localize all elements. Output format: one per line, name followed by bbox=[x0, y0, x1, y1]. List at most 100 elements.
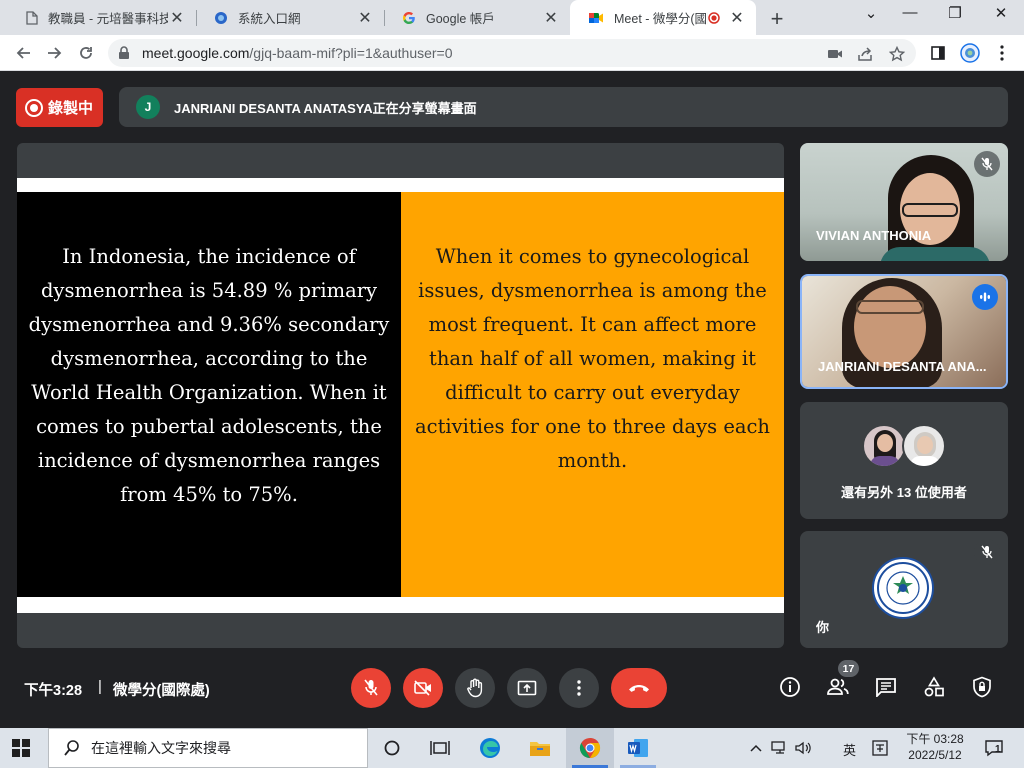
camera-toggle-button[interactable] bbox=[403, 668, 443, 708]
chrome-taskbar-icon[interactable] bbox=[578, 736, 602, 760]
raise-hand-button[interactable] bbox=[455, 668, 495, 708]
url-text: meet.google.com/gjq-baam-mif?pli=1&authu… bbox=[142, 45, 453, 61]
cortana-button[interactable] bbox=[380, 736, 404, 760]
new-tab-button[interactable]: + bbox=[766, 6, 788, 32]
reload-icon bbox=[80, 47, 92, 59]
more-options-button[interactable] bbox=[559, 668, 599, 708]
chat-button[interactable] bbox=[874, 675, 898, 699]
system-clock[interactable]: 下午 03:28 2022/5/12 bbox=[900, 731, 970, 763]
mic-off-icon bbox=[974, 151, 1000, 177]
volume-icon[interactable] bbox=[792, 736, 816, 760]
meeting-details-button[interactable] bbox=[778, 675, 802, 699]
present-screen-icon bbox=[517, 680, 537, 696]
notification-center-button[interactable]: 1 bbox=[982, 736, 1006, 760]
arrow-right-icon bbox=[48, 47, 62, 59]
hand-icon bbox=[467, 678, 483, 698]
document-icon bbox=[26, 10, 38, 25]
ime-mode-icon[interactable] bbox=[868, 736, 892, 760]
profile-avatar[interactable] bbox=[958, 41, 982, 65]
browser-toolbar: meet.google.com/gjq-baam-mif?pli=1&authu… bbox=[0, 35, 1024, 71]
profile-icon bbox=[960, 43, 980, 63]
mic-off-icon bbox=[974, 539, 1000, 565]
activities-button[interactable] bbox=[922, 675, 946, 699]
chevron-down-icon[interactable]: ⌄ bbox=[856, 4, 886, 22]
ime-language-indicator[interactable]: 英 bbox=[843, 740, 856, 759]
chevron-up-icon[interactable] bbox=[744, 736, 768, 760]
self-tile[interactable]: 你 bbox=[800, 531, 1008, 648]
camera-icon[interactable] bbox=[826, 45, 844, 63]
recording-badge[interactable]: 錄製中 bbox=[16, 88, 103, 127]
taskbar-search-box[interactable]: 在這裡輸入文字來搜尋 bbox=[48, 728, 368, 768]
reload-button[interactable] bbox=[74, 41, 98, 65]
record-icon bbox=[25, 98, 43, 117]
close-icon[interactable]: ✕ bbox=[542, 8, 560, 28]
task-view-button[interactable] bbox=[428, 736, 452, 760]
meet-icon bbox=[588, 11, 604, 25]
leave-call-button[interactable] bbox=[611, 668, 667, 708]
search-placeholder: 在這裡輸入文字來搜尋 bbox=[91, 740, 231, 756]
meeting-name: 微學分(國際處) bbox=[113, 683, 210, 699]
close-window-button[interactable]: ✕ bbox=[986, 4, 1016, 22]
participant-tile-janriani[interactable]: JANRIANI DESANTA ANA... bbox=[800, 274, 1008, 389]
self-label: 你 bbox=[816, 620, 830, 635]
slide-left-panel: In Indonesia, the incidence of dysmenorr… bbox=[17, 192, 401, 597]
side-panel-button[interactable] bbox=[926, 41, 950, 65]
call-end-icon bbox=[629, 685, 649, 692]
close-icon[interactable]: ✕ bbox=[728, 8, 746, 28]
share-icon[interactable] bbox=[856, 45, 874, 63]
other-participants-tile[interactable]: 還有另外 13 位使用者 bbox=[800, 402, 1008, 519]
participant-name: VIVIAN ANTHONIA bbox=[816, 228, 932, 243]
meeting-time: 下午3:28 bbox=[24, 683, 83, 699]
back-button[interactable] bbox=[12, 41, 36, 65]
minimize-button[interactable]: — bbox=[895, 4, 925, 21]
videocam-off-icon bbox=[414, 680, 431, 696]
star-icon[interactable] bbox=[888, 45, 906, 63]
info-icon bbox=[780, 677, 800, 697]
side-panel-icon bbox=[931, 46, 945, 60]
globe-icon bbox=[214, 11, 228, 25]
address-bar[interactable]: meet.google.com/gjq-baam-mif?pli=1&authu… bbox=[108, 39, 916, 67]
restore-button[interactable]: ❐ bbox=[940, 4, 970, 22]
presenting-banner: J JANRIANI DESANTA ANATASYA正在分享螢幕畫面 bbox=[119, 87, 1008, 127]
lock-icon[interactable] bbox=[118, 46, 130, 60]
tab-title: 系統入口網 bbox=[238, 12, 301, 26]
menu-button[interactable] bbox=[990, 41, 1014, 65]
tab-title: Google 帳戶 bbox=[426, 12, 495, 26]
browser-tab-google-account[interactable]: Google 帳戶 ✕ bbox=[384, 0, 570, 35]
browser-tab-strip: 教職員 - 元培醫事科技 ✕ 系統入口網 ✕ Google 帳戶 ✕ Meet … bbox=[0, 0, 1024, 35]
presentation-stage[interactable]: In Indonesia, the incidence of dysmenorr… bbox=[17, 143, 784, 648]
slide-right-panel: When it comes to gynecological issues, d… bbox=[401, 192, 784, 597]
shared-slide: In Indonesia, the incidence of dysmenorr… bbox=[17, 178, 784, 613]
speaking-indicator-icon bbox=[972, 284, 998, 310]
close-icon[interactable]: ✕ bbox=[168, 8, 186, 28]
windows-start-button[interactable] bbox=[12, 739, 30, 757]
people-icon bbox=[827, 678, 849, 695]
meet-main: 錄製中 J JANRIANI DESANTA ANATASYA正在分享螢幕畫面 … bbox=[0, 72, 1024, 728]
windows-taskbar: 在這裡輸入文字來搜尋 英 下午 03:28 2022/5/12 1 bbox=[0, 728, 1024, 768]
word-taskbar-icon[interactable] bbox=[626, 736, 650, 760]
participant-name: JANRIANI DESANTA ANA... bbox=[818, 359, 987, 374]
close-icon[interactable]: ✕ bbox=[356, 8, 374, 28]
browser-tab-meet[interactable]: Meet - 微學分(國際 ✕ bbox=[570, 0, 756, 35]
browser-tab-faculty[interactable]: 教職員 - 元培醫事科技 ✕ bbox=[8, 0, 196, 35]
browser-tab-portal[interactable]: 系統入口網 ✕ bbox=[196, 0, 384, 35]
more-vert-icon bbox=[577, 680, 581, 696]
people-button[interactable] bbox=[826, 675, 850, 699]
others-count-label: 還有另外 13 位使用者 bbox=[841, 485, 967, 500]
network-icon[interactable] bbox=[768, 736, 792, 760]
clock-date: 2022/5/12 bbox=[908, 748, 962, 762]
participant-tile-vivian[interactable]: VIVIAN ANTHONIA bbox=[800, 143, 1008, 261]
present-now-button[interactable] bbox=[507, 668, 547, 708]
forward-button[interactable] bbox=[42, 41, 66, 65]
mic-toggle-button[interactable] bbox=[351, 668, 391, 708]
windows-logo-icon bbox=[12, 739, 30, 757]
google-icon bbox=[402, 11, 416, 25]
host-controls-button[interactable] bbox=[970, 675, 994, 699]
file-explorer-taskbar-icon[interactable] bbox=[528, 736, 552, 760]
notification-count: 1 bbox=[995, 744, 1001, 755]
shield-lock-icon bbox=[973, 676, 991, 698]
edge-taskbar-icon[interactable] bbox=[478, 736, 502, 760]
search-icon bbox=[64, 740, 79, 756]
participant-avatar bbox=[902, 424, 946, 468]
participant-avatar bbox=[862, 424, 906, 468]
